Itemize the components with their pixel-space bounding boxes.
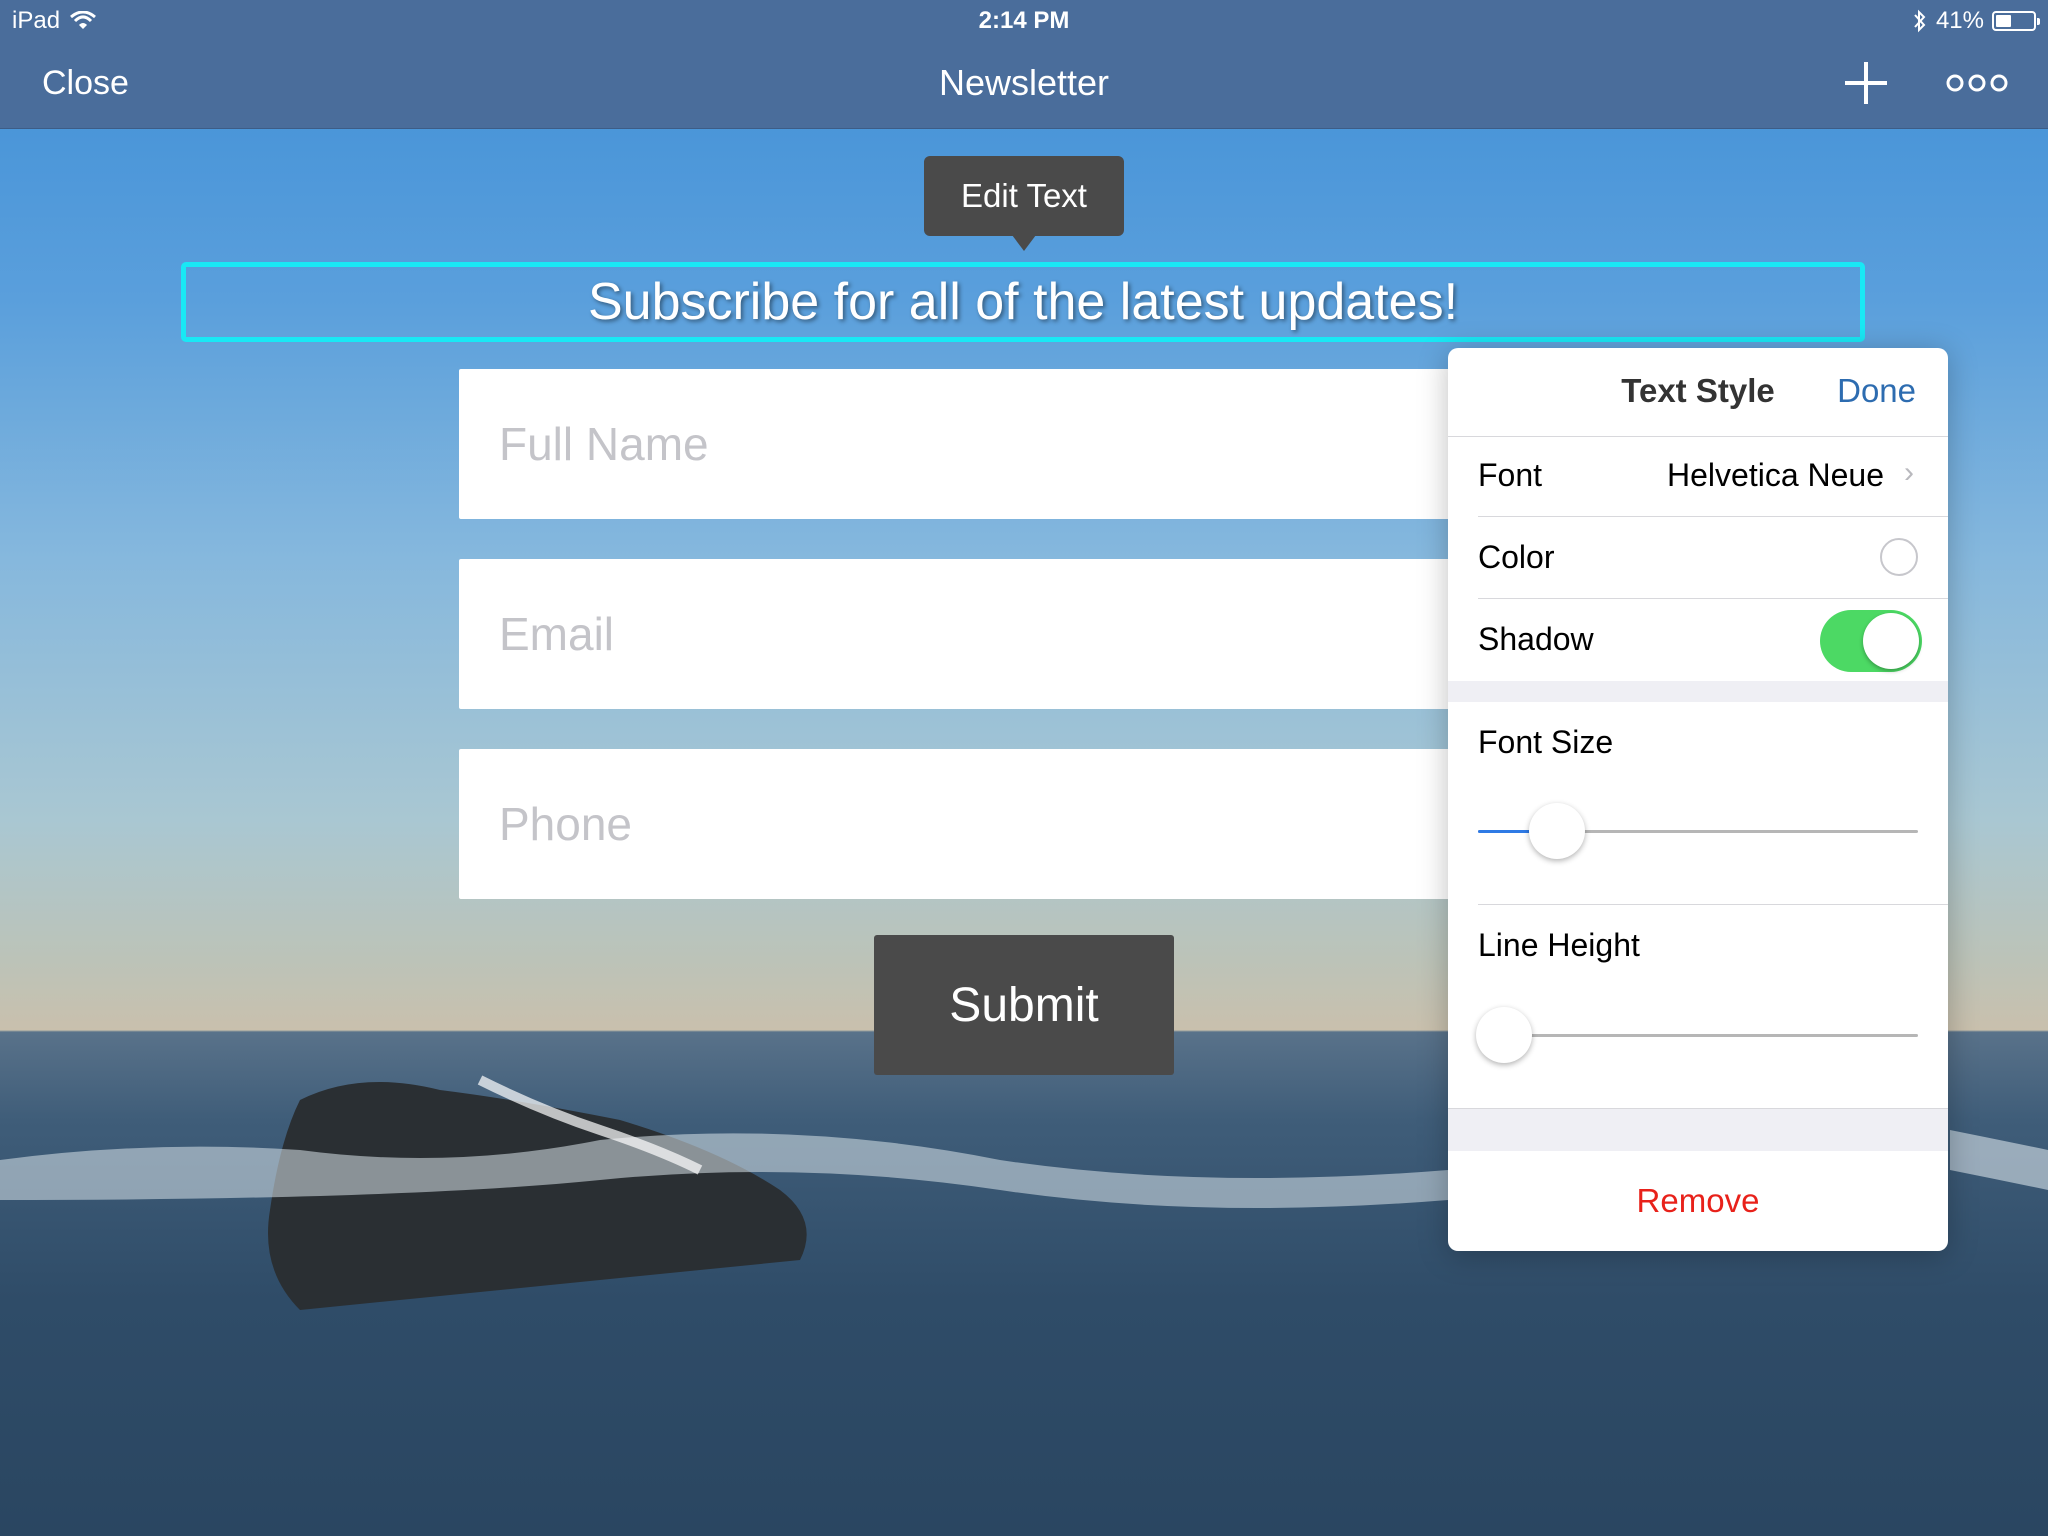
font-row[interactable]: Font Helvetica Neue › [1448, 436, 1948, 517]
headline-text[interactable]: Subscribe for all of the latest updates! [181, 262, 1865, 342]
popover-header: Text Style Done [1448, 348, 1948, 437]
text-style-popover: Text Style Done Font Helvetica Neue › Co… [1448, 348, 1948, 1251]
battery-icon [1992, 11, 2040, 31]
section-gap [1448, 1108, 1948, 1151]
close-button[interactable]: Close [42, 64, 129, 103]
chevron-right-icon: › [1904, 456, 1914, 489]
shadow-row: Shadow [1448, 600, 1948, 681]
color-swatch[interactable] [1880, 538, 1918, 576]
shadow-label: Shadow [1478, 621, 1594, 657]
full-name-field[interactable]: Full Name [459, 369, 1459, 519]
color-row[interactable]: Color [1448, 518, 1948, 599]
slider-thumb[interactable] [1529, 803, 1586, 859]
email-field[interactable]: Email [459, 559, 1459, 709]
edit-text-button[interactable]: Edit Text [924, 156, 1124, 251]
divider [1478, 598, 1948, 599]
line-height-section: Line Height [1448, 905, 1948, 1105]
phone-field[interactable]: Phone [459, 749, 1459, 899]
color-label: Color [1478, 539, 1555, 575]
submit-button[interactable]: Submit [874, 935, 1174, 1075]
font-size-slider[interactable] [1478, 803, 1918, 859]
line-height-label: Line Height [1478, 927, 1640, 963]
toggle-knob [1863, 613, 1919, 669]
nav-bar: Close Newsletter [0, 42, 2048, 129]
more-options-icon[interactable] [1946, 68, 2008, 98]
status-right: 41% [1912, 7, 2040, 35]
font-value: Helvetica Neue [1667, 457, 1884, 493]
font-size-label: Font Size [1478, 724, 1614, 760]
font-label: Font [1478, 457, 1543, 493]
status-time: 2:14 PM [978, 7, 1070, 34]
remove-button[interactable]: Remove [1448, 1150, 1948, 1251]
status-bar: iPad 2:14 PM 41% [0, 0, 2048, 42]
line-height-slider[interactable] [1476, 1007, 1918, 1063]
add-icon[interactable] [1843, 60, 1889, 106]
bluetooth-icon [1914, 9, 1926, 33]
section-gap [1448, 681, 1948, 702]
divider [1478, 516, 1948, 517]
battery-percent: 41% [1935, 7, 1984, 34]
shadow-toggle[interactable] [1820, 610, 1922, 672]
font-size-section: Font Size [1448, 702, 1948, 902]
nav-title: Newsletter [938, 62, 1110, 103]
done-button[interactable]: Done [1837, 372, 1916, 410]
slider-thumb[interactable] [1476, 1007, 1533, 1063]
